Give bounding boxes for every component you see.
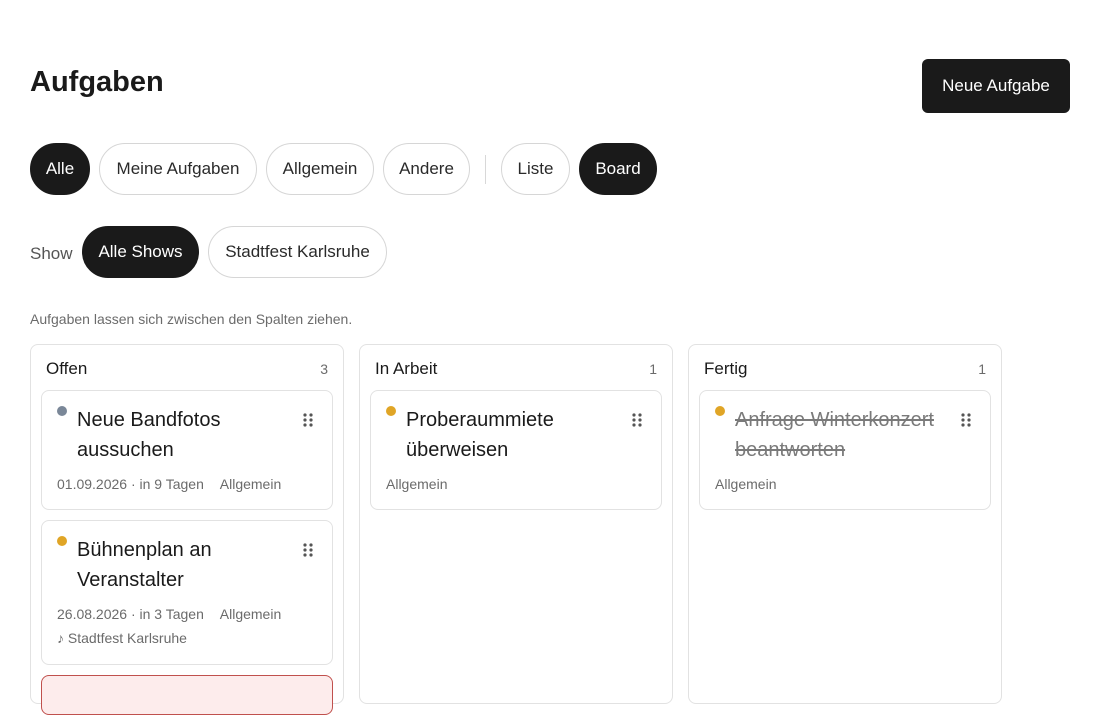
page-title: Aufgaben — [30, 66, 164, 98]
task-show: ♪ Stadtfest Karlsruhe — [57, 630, 187, 646]
view-board[interactable]: Board — [579, 143, 657, 195]
task-meta: 01.09.2026 · in 9 Tagen Allgemein — [57, 476, 281, 492]
task-card-overdue[interactable] — [41, 675, 333, 715]
priority-dot — [386, 406, 396, 416]
filter-my-tasks[interactable]: Meine Aufgaben — [99, 143, 257, 195]
task-date: 26.08.2026 — [57, 606, 128, 622]
task-card[interactable]: Bühnenplan an Veranstalter 26.08.2026 · … — [41, 520, 333, 665]
task-title: Anfrage Winterkonzert beantworten — [735, 409, 934, 461]
priority-dot — [57, 406, 67, 416]
show-stadtfest-karlsruhe[interactable]: Stadtfest Karlsruhe — [208, 226, 387, 278]
task-title: Neue Bandfotos aussuchen — [77, 409, 221, 461]
task-category: Allgemein — [219, 476, 282, 492]
column-count: 1 — [649, 361, 657, 377]
column-open: Offen 3 Neue Bandfotos aussuchen 01.09.2… — [30, 344, 344, 715]
task-title: Proberaummiete überweisen — [406, 409, 554, 461]
task-card[interactable]: Proberaummiete überweisen Allgemein — [370, 390, 662, 510]
column-title: Offen — [46, 359, 88, 378]
task-due: · in 9 Tagen — [130, 476, 204, 492]
drag-handle-icon[interactable] — [302, 412, 314, 428]
column-count: 1 — [978, 361, 986, 377]
filter-general[interactable]: Allgemein — [266, 143, 374, 195]
show-all-shows[interactable]: Alle Shows — [82, 226, 199, 278]
task-card[interactable]: Anfrage Winterkonzert beantworten Allgem… — [699, 390, 991, 510]
column-title: In Arbeit — [375, 359, 438, 378]
show-filter-label: Show — [30, 244, 73, 263]
task-title: Bühnenplan an Veranstalter — [77, 539, 212, 591]
new-task-button[interactable]: Neue Aufgabe — [922, 59, 1070, 113]
filter-all[interactable]: Alle — [30, 143, 90, 195]
filter-divider — [485, 155, 486, 184]
drag-handle-icon[interactable] — [302, 542, 314, 558]
drag-hint: Aufgaben lassen sich zwischen den Spalte… — [30, 311, 353, 327]
priority-dot — [57, 536, 67, 546]
column-title: Fertig — [704, 359, 748, 378]
task-category: Allgemein — [715, 476, 777, 492]
task-card[interactable]: Neue Bandfotos aussuchen 01.09.2026 · in… — [41, 390, 333, 510]
drag-handle-icon[interactable] — [960, 412, 972, 428]
view-list[interactable]: Liste — [501, 143, 570, 195]
task-category: Allgemein — [219, 606, 282, 622]
task-date: 01.09.2026 — [57, 476, 128, 492]
task-meta: 26.08.2026 · in 3 Tagen Allgemein — [57, 606, 281, 622]
filter-other[interactable]: Andere — [383, 143, 470, 195]
task-category: Allgemein — [386, 476, 448, 492]
drag-handle-icon[interactable] — [631, 412, 643, 428]
priority-dot — [715, 406, 725, 416]
column-count: 3 — [320, 361, 328, 377]
column-in-progress: In Arbeit 1 Proberaummiete überweisen Al… — [359, 344, 673, 704]
task-due: · in 3 Tagen — [130, 606, 204, 622]
column-done: Fertig 1 Anfrage Winterkonzert beantwort… — [688, 344, 1002, 704]
